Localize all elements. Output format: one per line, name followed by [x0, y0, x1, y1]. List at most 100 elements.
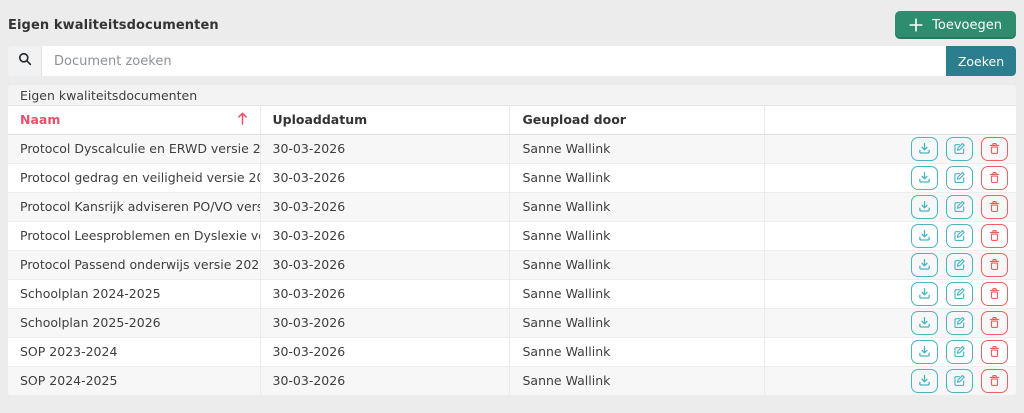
document-name-cell: Schoolplan 2024-2025 [8, 278, 261, 308]
edit-button[interactable] [946, 252, 974, 277]
upload-date-cell: 30-03-2026 [260, 249, 511, 279]
documents-table: Naam Uploaddatum Geupload door Protocol … [8, 106, 1016, 395]
trash-icon [988, 142, 1001, 155]
row-actions-cell [764, 220, 1016, 250]
table-row: Schoolplan 2024-2025 30-03-2026 Sanne Wa… [8, 278, 1016, 308]
table-row: Schoolplan 2025-2026 30-03-2026 Sanne Wa… [8, 307, 1016, 337]
row-actions-cell [764, 162, 1016, 192]
column-header-actions [764, 106, 1016, 135]
page: Eigen kwaliteitsdocumenten Toevoegen Zoe… [0, 0, 1024, 395]
upload-date-cell: 30-03-2026 [260, 133, 511, 163]
edit-icon [953, 142, 966, 155]
download-button[interactable] [911, 136, 939, 161]
edit-icon [953, 316, 966, 329]
download-icon [918, 142, 931, 155]
download-button[interactable] [911, 281, 939, 306]
uploaded-by-cell: Sanne Wallink [509, 162, 766, 192]
column-header-geupload-door[interactable]: Geupload door [509, 106, 766, 135]
row-actions-cell [764, 133, 1016, 163]
download-button[interactable] [911, 165, 939, 190]
delete-button[interactable] [981, 194, 1008, 219]
download-button[interactable] [911, 252, 939, 277]
trash-icon [988, 316, 1001, 329]
top-bar: Eigen kwaliteitsdocumenten Toevoegen [8, 0, 1016, 46]
delete-button[interactable] [981, 223, 1008, 248]
download-button[interactable] [911, 368, 939, 393]
edit-button[interactable] [946, 165, 974, 190]
uploaded-by-cell: Sanne Wallink [509, 307, 766, 337]
search-bar: Zoeken [8, 46, 1016, 76]
trash-icon [988, 171, 1001, 184]
table-row: SOP 2023-2024 30-03-2026 Sanne Wallink [8, 336, 1016, 366]
edit-button[interactable] [946, 368, 974, 393]
delete-button[interactable] [981, 281, 1008, 306]
edit-button[interactable] [946, 310, 974, 335]
download-button[interactable] [911, 223, 939, 248]
row-actions-cell [764, 307, 1016, 337]
download-icon [918, 345, 931, 358]
delete-button[interactable] [981, 252, 1008, 277]
delete-button[interactable] [981, 339, 1008, 364]
document-name-cell: Protocol Kansrijk adviseren PO/VO versie… [8, 191, 261, 221]
column-header-naam[interactable]: Naam [8, 106, 261, 135]
download-button[interactable] [911, 310, 939, 335]
edit-icon [953, 229, 966, 242]
plus-icon [909, 18, 923, 32]
edit-button[interactable] [946, 223, 974, 248]
download-icon [918, 229, 931, 242]
add-document-button[interactable]: Toevoegen [895, 11, 1016, 39]
delete-button[interactable] [981, 310, 1008, 335]
trash-icon [988, 374, 1001, 387]
uploaded-by-cell: Sanne Wallink [509, 336, 766, 366]
edit-icon [953, 374, 966, 387]
trash-icon [988, 229, 1001, 242]
table-body: Protocol Dyscalculie en ERWD versie 2026… [8, 133, 1016, 395]
download-button[interactable] [911, 194, 939, 219]
table-row: SOP 2024-2025 30-03-2026 Sanne Wallink [8, 365, 1016, 395]
uploaded-by-cell: Sanne Wallink [509, 191, 766, 221]
uploaded-by-cell: Sanne Wallink [509, 249, 766, 279]
table-row: Protocol Passend onderwijs versie 2025 3… [8, 249, 1016, 279]
edit-button[interactable] [946, 281, 974, 306]
search-input[interactable] [42, 46, 946, 76]
delete-button[interactable] [981, 165, 1008, 190]
column-header-uploaddatum[interactable]: Uploaddatum [260, 106, 511, 135]
row-actions-cell [764, 191, 1016, 221]
edit-button[interactable] [946, 194, 974, 219]
card-section-title: Eigen kwaliteitsdocumenten [8, 85, 1016, 106]
uploaded-by-cell: Sanne Wallink [509, 220, 766, 250]
delete-button[interactable] [981, 368, 1008, 393]
column-header-naam-label: Naam [20, 112, 61, 128]
document-name-cell: Protocol Dyscalculie en ERWD versie 2026 [8, 133, 261, 163]
row-actions-cell [764, 249, 1016, 279]
edit-icon [953, 258, 966, 271]
download-icon [918, 200, 931, 213]
upload-date-cell: 30-03-2026 [260, 191, 511, 221]
table-header-row: Naam Uploaddatum Geupload door [8, 106, 1016, 135]
upload-date-cell: 30-03-2026 [260, 220, 511, 250]
delete-button[interactable] [981, 136, 1008, 161]
document-name-cell: Schoolplan 2025-2026 [8, 307, 261, 337]
search-button[interactable]: Zoeken [946, 46, 1016, 76]
download-icon [918, 374, 931, 387]
uploaded-by-cell: Sanne Wallink [509, 365, 766, 395]
edit-button[interactable] [946, 339, 974, 364]
search-icon [18, 52, 32, 70]
page-title: Eigen kwaliteitsdocumenten [8, 17, 219, 33]
edit-button[interactable] [946, 136, 974, 161]
uploaded-by-cell: Sanne Wallink [509, 133, 766, 163]
row-actions-cell [764, 365, 1016, 395]
document-name-cell: Protocol gedrag en veiligheid versie 202… [8, 162, 261, 192]
document-name-cell: Protocol Passend onderwijs versie 2025 [8, 249, 261, 279]
edit-icon [953, 287, 966, 300]
edit-icon [953, 345, 966, 358]
upload-date-cell: 30-03-2026 [260, 307, 511, 337]
trash-icon [988, 287, 1001, 300]
uploaded-by-cell: Sanne Wallink [509, 278, 766, 308]
documents-card: Eigen kwaliteitsdocumenten Naam Uploadda… [8, 85, 1016, 395]
document-name-cell: Protocol Leesproblemen en Dyslexie versi… [8, 220, 261, 250]
upload-date-cell: 30-03-2026 [260, 278, 511, 308]
download-button[interactable] [911, 339, 939, 364]
trash-icon [988, 345, 1001, 358]
edit-icon [953, 200, 966, 213]
